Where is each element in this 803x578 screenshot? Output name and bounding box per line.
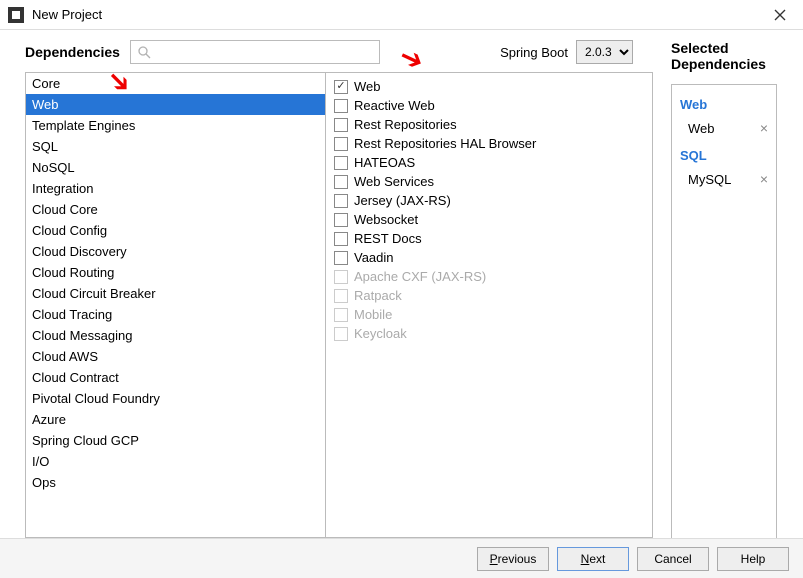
categories-list[interactable]: CoreWebTemplate EnginesSQLNoSQLIntegrati… [26, 73, 326, 537]
category-item[interactable]: Pivotal Cloud Foundry [26, 388, 325, 409]
option-label: Apache CXF (JAX-RS) [354, 269, 486, 284]
selected-item-label: MySQL [688, 172, 731, 187]
category-item[interactable]: Cloud Contract [26, 367, 325, 388]
category-item[interactable]: Spring Cloud GCP [26, 430, 325, 451]
right-panel: Selected Dependencies Web Web × SQL MySQL × [653, 30, 803, 538]
option-label: Rest Repositories HAL Browser [354, 136, 536, 151]
category-item[interactable]: Cloud Discovery [26, 241, 325, 262]
option-checkbox [334, 270, 348, 284]
selected-dependencies-title: Selected Dependencies [671, 40, 803, 72]
close-button[interactable] [765, 0, 795, 30]
window-title: New Project [32, 7, 765, 22]
close-icon [774, 9, 786, 21]
option-label: Ratpack [354, 288, 402, 303]
cancel-button[interactable]: Cancel [637, 547, 709, 571]
option-item[interactable]: Web Services [334, 172, 644, 191]
category-item[interactable]: Cloud Core [26, 199, 325, 220]
option-checkbox[interactable] [334, 137, 348, 151]
option-checkbox[interactable] [334, 213, 348, 227]
selected-dependencies-box: Web Web × SQL MySQL × [671, 84, 777, 550]
option-item[interactable]: Web [334, 77, 644, 96]
dependencies-label: Dependencies [25, 44, 120, 60]
option-item: Ratpack [334, 286, 644, 305]
selected-group-title: Web [680, 97, 768, 112]
category-item[interactable]: Core [26, 73, 325, 94]
app-icon [8, 7, 24, 23]
category-item[interactable]: Integration [26, 178, 325, 199]
option-item: Keycloak [334, 324, 644, 343]
search-icon [137, 45, 151, 59]
selected-item: MySQL × [680, 169, 768, 195]
option-checkbox[interactable] [334, 118, 348, 132]
category-item[interactable]: Web [26, 94, 325, 115]
option-label: Reactive Web [354, 98, 435, 113]
footer: Previous Next Cancel Help [0, 538, 803, 578]
option-item[interactable]: REST Docs [334, 229, 644, 248]
option-label: Web [354, 79, 381, 94]
category-item[interactable]: Cloud Config [26, 220, 325, 241]
option-label: REST Docs [354, 231, 422, 246]
option-item: Apache CXF (JAX-RS) [334, 267, 644, 286]
option-checkbox [334, 289, 348, 303]
category-item[interactable]: Cloud Circuit Breaker [26, 283, 325, 304]
search-box[interactable] [130, 40, 380, 64]
remove-icon[interactable]: × [760, 171, 768, 187]
option-label: Web Services [354, 174, 434, 189]
option-item: Mobile [334, 305, 644, 324]
option-item[interactable]: Jersey (JAX-RS) [334, 191, 644, 210]
spring-boot-label: Spring Boot [500, 45, 568, 60]
selected-item-label: Web [688, 121, 715, 136]
selected-item: Web × [680, 118, 768, 144]
option-label: Websocket [354, 212, 418, 227]
main-area: ➔ ➔ Dependencies Spring Boot 2.0.3 CoreW… [0, 30, 803, 538]
previous-button[interactable]: Previous [477, 547, 549, 571]
deps-header: Dependencies Spring Boot 2.0.3 [25, 40, 653, 64]
option-checkbox [334, 327, 348, 341]
help-button[interactable]: Help [717, 547, 789, 571]
lists-row: CoreWebTemplate EnginesSQLNoSQLIntegrati… [25, 72, 653, 538]
left-panel: Dependencies Spring Boot 2.0.3 CoreWebTe… [0, 30, 653, 538]
selected-group-title: SQL [680, 148, 768, 163]
option-checkbox [334, 308, 348, 322]
option-label: HATEOAS [354, 155, 415, 170]
category-item[interactable]: NoSQL [26, 157, 325, 178]
category-item[interactable]: Cloud Tracing [26, 304, 325, 325]
option-label: Keycloak [354, 326, 407, 341]
option-checkbox[interactable] [334, 232, 348, 246]
spring-boot-version-select[interactable]: 2.0.3 [576, 40, 633, 64]
category-item[interactable]: SQL [26, 136, 325, 157]
option-item[interactable]: Reactive Web [334, 96, 644, 115]
category-item[interactable]: Ops [26, 472, 325, 493]
option-item[interactable]: Vaadin [334, 248, 644, 267]
option-label: Vaadin [354, 250, 394, 265]
option-item[interactable]: Rest Repositories HAL Browser [334, 134, 644, 153]
category-item[interactable]: Cloud AWS [26, 346, 325, 367]
next-button[interactable]: Next [557, 547, 629, 571]
option-item[interactable]: Rest Repositories [334, 115, 644, 134]
option-label: Rest Repositories [354, 117, 457, 132]
option-checkbox[interactable] [334, 194, 348, 208]
category-item[interactable]: Template Engines [26, 115, 325, 136]
option-checkbox[interactable] [334, 251, 348, 265]
category-item[interactable]: I/O [26, 451, 325, 472]
remove-icon[interactable]: × [760, 120, 768, 136]
option-item[interactable]: Websocket [334, 210, 644, 229]
option-item[interactable]: HATEOAS [334, 153, 644, 172]
category-item[interactable]: Cloud Routing [26, 262, 325, 283]
option-checkbox[interactable] [334, 80, 348, 94]
category-item[interactable]: Cloud Messaging [26, 325, 325, 346]
option-checkbox[interactable] [334, 156, 348, 170]
options-list[interactable]: Web Reactive Web Rest Repositories Rest Rep… [326, 73, 652, 537]
option-label: Jersey (JAX-RS) [354, 193, 451, 208]
search-input[interactable] [155, 45, 373, 60]
titlebar: New Project [0, 0, 803, 30]
option-label: Mobile [354, 307, 392, 322]
category-item[interactable]: Azure [26, 409, 325, 430]
option-checkbox[interactable] [334, 99, 348, 113]
option-checkbox[interactable] [334, 175, 348, 189]
